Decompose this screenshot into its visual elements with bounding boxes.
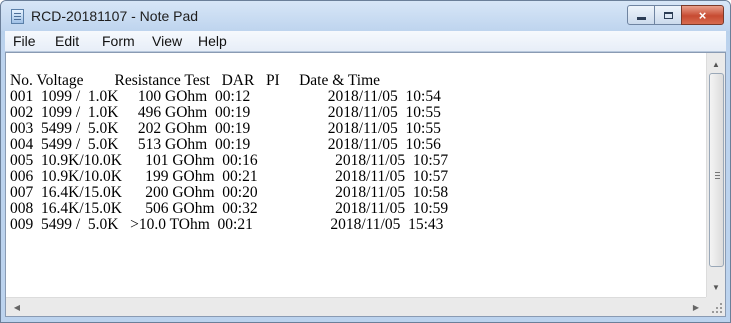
menu-edit[interactable]: Edit xyxy=(55,33,79,49)
resize-grip-icon xyxy=(720,311,722,313)
grip-icon xyxy=(715,172,720,173)
scroll-right-icon[interactable]: ▶ xyxy=(687,298,705,316)
minimize-icon xyxy=(636,16,646,20)
menu-help[interactable]: Help xyxy=(198,33,227,49)
header-line: No. Voltage Resistance Test DAR PI Date … xyxy=(10,72,381,89)
close-icon: × xyxy=(698,7,707,23)
document-line: 001 1099 / 1.0K 100 GOhm 00:12 2018/11/0… xyxy=(10,88,441,105)
menu-form[interactable]: Form xyxy=(102,33,135,49)
minimize-button[interactable] xyxy=(627,5,655,25)
scroll-left-icon[interactable]: ◀ xyxy=(8,298,26,316)
document-line: 005 10.9K/10.0K 101 GOhm 00:16 2018/11/0… xyxy=(10,152,449,169)
horizontal-scrollbar[interactable]: ◀ ▶ xyxy=(6,297,707,316)
menu-bar: File Edit Form View Help xyxy=(5,31,726,52)
caption-buttons: × xyxy=(627,5,724,25)
notepad-window: RCD-20181107 - Note Pad × File Edit Form… xyxy=(0,0,731,323)
document-line: 007 16.4K/15.0K 200 GOhm 00:20 2018/11/0… xyxy=(10,184,449,201)
document-text[interactable]: No. Voltage Resistance Test DAR PI Date … xyxy=(10,69,705,299)
vertical-scrollbar[interactable]: ▲ ▼ xyxy=(706,53,725,298)
document-line: 003 5499 / 5.0K 202 GOhm 00:19 2018/11/0… xyxy=(10,120,441,137)
menu-view[interactable]: View xyxy=(152,33,182,49)
window-title: RCD-20181107 - Note Pad xyxy=(31,8,199,24)
scroll-thumb[interactable] xyxy=(709,73,724,267)
menu-file[interactable]: File xyxy=(13,33,36,49)
maximize-icon xyxy=(663,11,673,19)
document-line: 004 5499 / 5.0K 513 GOhm 00:19 2018/11/0… xyxy=(10,136,441,153)
notepad-icon xyxy=(11,9,24,24)
close-button[interactable]: × xyxy=(681,5,724,25)
resize-grip[interactable] xyxy=(706,297,725,316)
scroll-up-icon[interactable]: ▲ xyxy=(707,55,725,73)
maximize-button[interactable] xyxy=(654,5,682,25)
title-bar[interactable]: RCD-20181107 - Note Pad × xyxy=(1,1,730,31)
editor-area[interactable]: No. Voltage Resistance Test DAR PI Date … xyxy=(5,52,726,317)
document-line: 008 16.4K/15.0K 506 GOhm 00:32 2018/11/0… xyxy=(10,200,449,217)
scroll-down-icon[interactable]: ▼ xyxy=(707,278,725,296)
document-line: 002 1099 / 1.0K 496 GOhm 00:19 2018/11/0… xyxy=(10,104,441,121)
document-line: 009 5499 / 5.0K >10.0 TOhm 00:21 2018/11… xyxy=(10,216,444,233)
document-line: 006 10.9K/10.0K 199 GOhm 00:21 2018/11/0… xyxy=(10,168,449,185)
